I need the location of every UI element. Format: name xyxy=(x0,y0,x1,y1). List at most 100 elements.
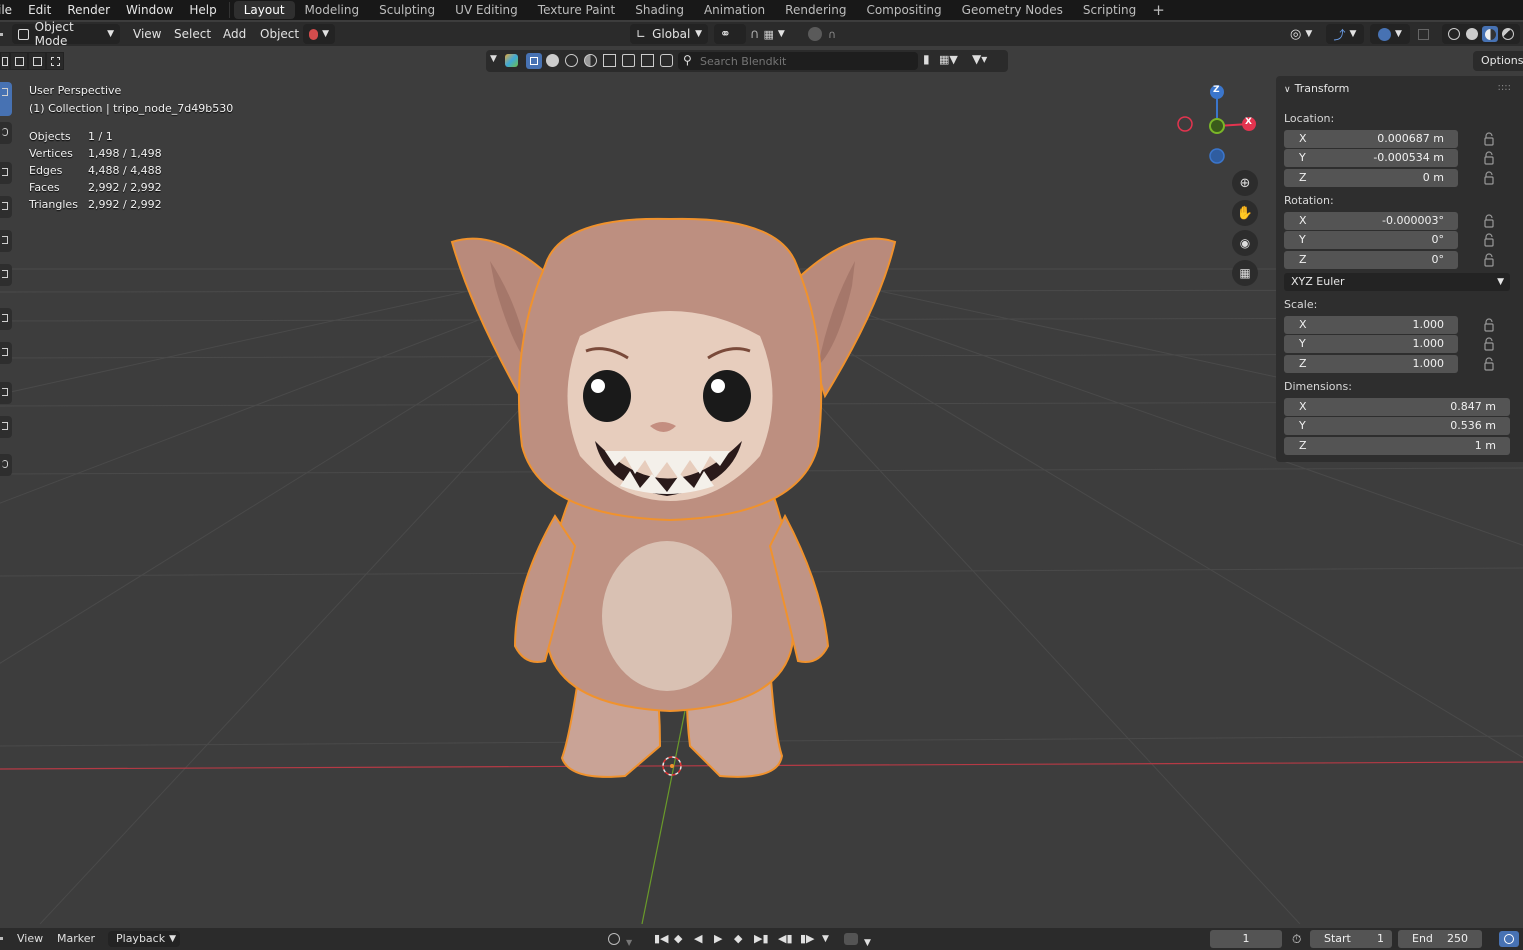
transform-tool[interactable] xyxy=(0,264,12,286)
prev-marker-icon[interactable]: ◀▮ xyxy=(778,931,793,947)
menu-object[interactable]: Object xyxy=(260,24,299,44)
sphere-tool[interactable] xyxy=(0,454,12,476)
pivot-point-dropdown[interactable]: ⚭ xyxy=(714,24,746,44)
scale-y-field[interactable]: Y 1.000 xyxy=(1284,335,1458,353)
lock-icon[interactable] xyxy=(1483,151,1495,165)
models-icon[interactable] xyxy=(526,53,542,69)
prev-keyframe-icon[interactable]: ◆ xyxy=(674,931,682,947)
menu-help[interactable]: Help xyxy=(181,0,224,20)
xray-toggle[interactable] xyxy=(1418,24,1434,44)
current-frame-field[interactable]: 1 xyxy=(1210,930,1282,948)
start-frame-field[interactable]: Start 1 xyxy=(1310,930,1392,948)
printables-icon[interactable] xyxy=(641,54,654,67)
lock-icon[interactable] xyxy=(1483,233,1495,247)
transform-orientation-dropdown[interactable]: ∟ Global ▼ xyxy=(630,24,708,44)
rotate-tool[interactable] xyxy=(0,196,12,218)
brushes-icon[interactable] xyxy=(565,54,578,67)
perspective-toggle-button[interactable]: ▦ xyxy=(1232,260,1258,286)
menu-render[interactable]: Render xyxy=(59,0,118,20)
tab-geometry-nodes[interactable]: Geometry Nodes xyxy=(952,1,1073,19)
addons-icon[interactable] xyxy=(660,54,673,67)
scenes-icon[interactable] xyxy=(603,54,616,67)
tab-uv-editing[interactable]: UV Editing xyxy=(445,1,528,19)
blendkit-search[interactable]: ⚲ xyxy=(678,52,918,70)
jump-end-icon[interactable]: ▶▮ xyxy=(754,931,769,947)
lock-icon[interactable] xyxy=(1483,132,1495,146)
snap-target-icon[interactable]: ▦ xyxy=(764,28,774,41)
select-subtract-icon[interactable] xyxy=(28,52,46,70)
menu-add[interactable]: Add xyxy=(223,24,246,44)
end-frame-field[interactable]: End 250 xyxy=(1398,930,1482,948)
playback-dropdown[interactable]: Playback ▼ xyxy=(108,931,180,947)
location-y-field[interactable]: Y -0.000534 m xyxy=(1284,149,1458,167)
select-box-tool[interactable] xyxy=(0,82,12,116)
scale-x-field[interactable]: X 1.000 xyxy=(1284,316,1458,334)
location-x-field[interactable]: X 0.000687 m xyxy=(1284,130,1458,148)
location-z-field[interactable]: Z 0 m xyxy=(1284,169,1458,187)
lock-icon[interactable] xyxy=(1483,337,1495,351)
pan-button[interactable]: ✋ xyxy=(1232,200,1258,226)
rotation-x-field[interactable]: X -0.000003° xyxy=(1284,212,1458,230)
blendkit-menu-button[interactable]: ▼ xyxy=(303,24,335,44)
falloff-icon[interactable]: ∩ xyxy=(828,28,836,41)
navigation-gizmo[interactable]: Z X xyxy=(1170,80,1270,170)
blendkit-cube-icon[interactable] xyxy=(505,54,518,67)
jump-start-icon[interactable]: ▮◀ xyxy=(654,931,669,947)
options-button[interactable]: Options xyxy=(1473,51,1523,71)
scale-tool[interactable] xyxy=(0,230,12,252)
menu-window[interactable]: Window xyxy=(118,0,181,20)
chevron-down-icon[interactable]: ▼ xyxy=(822,931,829,947)
hdri-icon[interactable] xyxy=(584,54,597,67)
tab-rendering[interactable]: Rendering xyxy=(775,1,856,19)
solid-shading-icon[interactable] xyxy=(1466,28,1478,40)
select-intersect-icon[interactable] xyxy=(46,52,64,70)
overlays-toggle[interactable]: ▼ xyxy=(1370,24,1410,44)
lock-icon[interactable] xyxy=(1483,357,1495,371)
chevron-down-icon[interactable]: ▼ xyxy=(490,54,497,64)
sync-toggle[interactable] xyxy=(1499,931,1519,947)
scale-z-field[interactable]: Z 1.000 xyxy=(1284,355,1458,373)
lock-icon[interactable] xyxy=(1483,318,1495,332)
snap-icon[interactable]: ∩ xyxy=(750,27,760,42)
rotation-z-field[interactable]: Z 0° xyxy=(1284,251,1458,269)
chevron-down-icon[interactable]: ▼ xyxy=(778,29,785,39)
rotation-mode-dropdown[interactable]: XYZ Euler ▼ xyxy=(1284,273,1510,291)
dimensions-y-field[interactable]: Y 0.536 m xyxy=(1284,417,1510,435)
materials-icon[interactable] xyxy=(546,54,559,67)
camera-view-button[interactable]: ◉ xyxy=(1232,230,1258,256)
select-set-icon[interactable] xyxy=(0,52,10,70)
material-shading-icon[interactable] xyxy=(1482,26,1498,42)
rendered-shading-icon[interactable] xyxy=(1502,28,1514,40)
mode-dropdown[interactable]: Object Mode ▼ xyxy=(12,20,120,48)
rotation-y-field[interactable]: Y 0° xyxy=(1284,231,1458,249)
tab-compositing[interactable]: Compositing xyxy=(856,1,951,19)
panel-header[interactable]: ∨ Transform xyxy=(1284,82,1349,95)
dimensions-x-field[interactable]: X 0.847 m xyxy=(1284,398,1510,416)
proportional-editing-icon[interactable] xyxy=(808,27,822,41)
move-tool[interactable] xyxy=(0,162,12,184)
menu-select[interactable]: Select xyxy=(174,24,211,44)
visibility-dropdown[interactable]: ◎ ▼ xyxy=(1290,24,1322,44)
add-cube-tool[interactable] xyxy=(0,382,12,404)
tab-modeling[interactable]: Modeling xyxy=(295,1,370,19)
wireframe-shading-icon[interactable] xyxy=(1448,28,1460,40)
select-extend-icon[interactable] xyxy=(10,52,28,70)
tab-texture-paint[interactable]: Texture Paint xyxy=(528,1,625,19)
timeline-view-menu[interactable]: View xyxy=(17,931,43,947)
stopwatch-icon[interactable]: ⏱ xyxy=(1292,931,1301,947)
tab-animation[interactable]: Animation xyxy=(694,1,775,19)
menu-edit[interactable]: Edit xyxy=(20,0,59,20)
measure-tool[interactable] xyxy=(0,342,12,364)
tab-scripting[interactable]: Scripting xyxy=(1073,1,1146,19)
tab-sculpting[interactable]: Sculpting xyxy=(369,1,445,19)
cursor-tool[interactable] xyxy=(0,122,12,144)
tab-shading[interactable]: Shading xyxy=(625,1,694,19)
add-workspace-icon[interactable]: + xyxy=(1146,1,1171,19)
timeline-marker-menu[interactable]: Marker xyxy=(57,931,95,947)
nodegroups-icon[interactable] xyxy=(622,54,635,67)
play-reverse-icon[interactable]: ◀ xyxy=(694,931,702,947)
bookmark-icon[interactable]: ▮ xyxy=(923,52,930,66)
gizmo-toggle[interactable]: ⤴ ▼ xyxy=(1326,24,1364,44)
menu-file[interactable]: ile xyxy=(0,0,20,20)
keying-set-dropdown[interactable]: ▼ xyxy=(844,931,880,948)
